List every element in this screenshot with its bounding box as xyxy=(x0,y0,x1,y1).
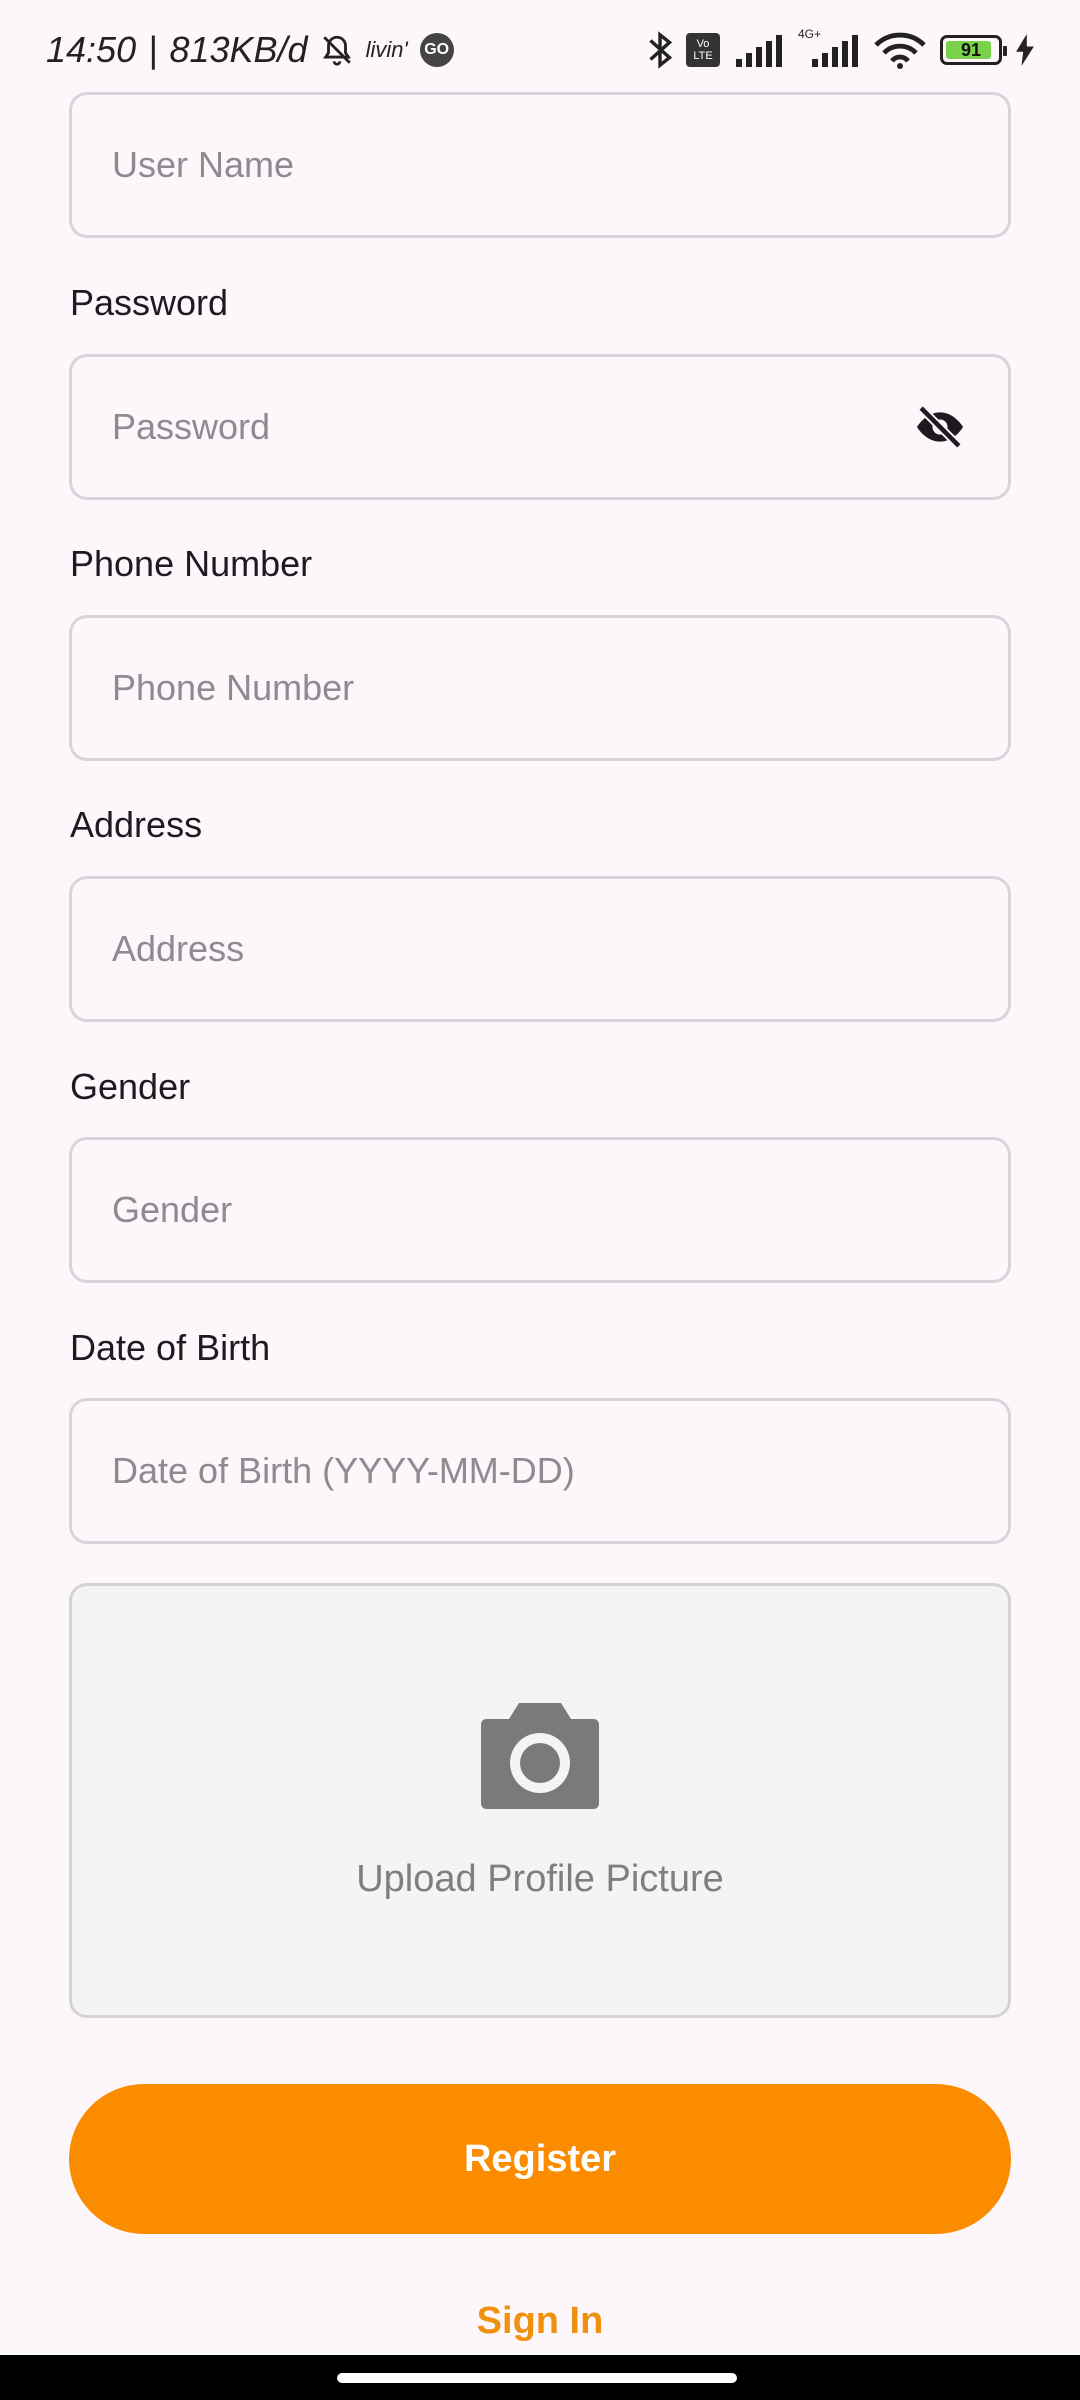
wifi-icon xyxy=(874,31,926,69)
address-input[interactable] xyxy=(112,928,968,970)
gender-input[interactable] xyxy=(112,1189,968,1231)
upload-label: Upload Profile Picture xyxy=(356,1857,724,1900)
livin-badge: livin' xyxy=(365,37,408,62)
battery-icon: 91 xyxy=(940,35,1007,65)
phone-field[interactable] xyxy=(69,615,1011,761)
gender-field[interactable] xyxy=(69,1137,1011,1283)
mute-bell-icon xyxy=(320,32,354,68)
upload-profile-picture[interactable]: Upload Profile Picture xyxy=(69,1583,1011,2018)
status-right: Vo LTE 4G+ 91 xyxy=(648,27,1034,69)
camera-icon xyxy=(479,1701,601,1814)
signal-icon-2: 4G+ xyxy=(798,27,860,67)
phone-input[interactable] xyxy=(112,667,968,709)
username-field[interactable] xyxy=(69,92,1011,238)
battery-level: 91 xyxy=(960,39,982,60)
charging-bolt-icon xyxy=(1016,34,1034,66)
volte-icon: Vo LTE xyxy=(686,33,720,67)
clock: 14:50 xyxy=(46,29,137,70)
password-field[interactable] xyxy=(69,354,1011,500)
address-label: Address xyxy=(70,804,203,845)
dob-label: Date of Birth xyxy=(70,1327,271,1368)
navigation-bar xyxy=(0,2355,1080,2400)
password-input[interactable] xyxy=(112,406,912,448)
status-separator: | xyxy=(148,29,158,70)
go-badge-text: GO xyxy=(424,41,450,58)
go-badge-icon: GO xyxy=(419,33,454,67)
visibility-off-icon[interactable] xyxy=(912,397,968,457)
username-input[interactable] xyxy=(112,144,968,186)
network-type: 4G+ xyxy=(798,27,822,41)
dob-field[interactable] xyxy=(69,1398,1011,1544)
home-gesture-handle[interactable] xyxy=(337,2373,737,2383)
status-left: 14:50 | 813KB/d livin' GO xyxy=(46,29,454,71)
bluetooth-icon xyxy=(648,31,672,69)
password-label: Password xyxy=(70,282,229,323)
gender-label: Gender xyxy=(70,1066,191,1107)
phone-label: Phone Number xyxy=(70,543,313,584)
address-field[interactable] xyxy=(69,876,1011,1022)
sign-in-link[interactable]: Sign In xyxy=(0,2300,1080,2343)
register-button[interactable]: Register xyxy=(69,2084,1011,2234)
signal-icon-1 xyxy=(734,33,784,67)
dob-input[interactable] xyxy=(112,1450,968,1492)
network-speed: 813KB/d xyxy=(169,29,308,70)
volte-text: Vo LTE xyxy=(693,38,713,62)
status-bar: 14:50 | 813KB/d livin' GO Vo LTE 4G+ 91 xyxy=(0,0,1080,100)
